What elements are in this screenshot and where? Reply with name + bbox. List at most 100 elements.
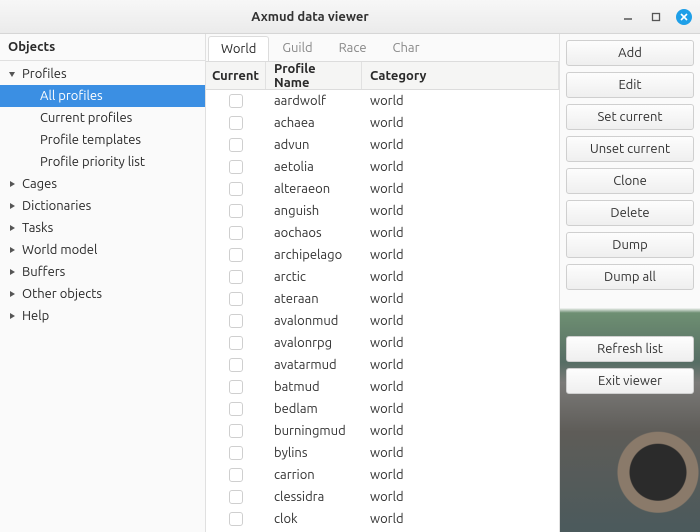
checkbox[interactable] (229, 446, 243, 460)
tree-item[interactable]: Help (0, 305, 205, 327)
table-row[interactable]: advunworld (206, 134, 559, 156)
dump-all-button[interactable]: Dump all (566, 264, 694, 290)
column-header-name[interactable]: Profile Name (266, 62, 362, 89)
checkbox[interactable] (229, 270, 243, 284)
cell-profile-name: bedlam (266, 402, 362, 416)
table-row[interactable]: aardwolfworld (206, 90, 559, 112)
table-row[interactable]: arcticworld (206, 266, 559, 288)
checkbox[interactable] (229, 380, 243, 394)
tree-subitem[interactable]: Current profiles (0, 107, 205, 129)
tab-char[interactable]: Char (380, 35, 433, 60)
table-row[interactable]: alteraeonworld (206, 178, 559, 200)
chevron-right-icon[interactable] (6, 310, 18, 322)
refresh-list-button[interactable]: Refresh list (566, 336, 694, 362)
cell-profile-name: avalonrpg (266, 336, 362, 350)
tree-item[interactable]: Buffers (0, 261, 205, 283)
checkbox[interactable] (229, 402, 243, 416)
checkbox[interactable] (229, 314, 243, 328)
chevron-right-icon[interactable] (6, 200, 18, 212)
chevron-right-icon[interactable] (6, 288, 18, 300)
checkbox[interactable] (229, 490, 243, 504)
table-row[interactable]: anguishworld (206, 200, 559, 222)
window-title: Axmud data viewer (8, 10, 612, 24)
checkbox[interactable] (229, 204, 243, 218)
tree-item[interactable]: World model (0, 239, 205, 261)
titlebar: Axmud data viewer (0, 0, 700, 34)
table-row[interactable]: ateraanworld (206, 288, 559, 310)
tree-item[interactable]: Other objects (0, 283, 205, 305)
add-button[interactable]: Add (566, 40, 694, 66)
chevron-right-icon[interactable] (6, 244, 18, 256)
table-row[interactable]: archipelagoworld (206, 244, 559, 266)
checkbox[interactable] (229, 94, 243, 108)
tree-item-label: Buffers (22, 265, 65, 279)
dump-button[interactable]: Dump (566, 232, 694, 258)
checkbox[interactable] (229, 182, 243, 196)
tree-item[interactable]: Tasks (0, 217, 205, 239)
table-row[interactable]: achaeaworld (206, 112, 559, 134)
tree-item[interactable]: Dictionaries (0, 195, 205, 217)
table-row[interactable]: aochaosworld (206, 222, 559, 244)
table-row[interactable]: aetoliaworld (206, 156, 559, 178)
table-row[interactable]: avalonrpgworld (206, 332, 559, 354)
table-row[interactable]: clessidraworld (206, 486, 559, 508)
checkbox[interactable] (229, 160, 243, 174)
cell-profile-name: carrion (266, 468, 362, 482)
checkbox[interactable] (229, 358, 243, 372)
checkbox[interactable] (229, 292, 243, 306)
chevron-right-icon[interactable] (6, 178, 18, 190)
table-row[interactable]: batmudworld (206, 376, 559, 398)
minimize-button[interactable] (620, 9, 636, 25)
cell-current (206, 314, 266, 328)
checkbox[interactable] (229, 468, 243, 482)
exit-viewer-button[interactable]: Exit viewer (566, 368, 694, 394)
tree-subitem[interactable]: All profiles (0, 85, 205, 107)
minimize-icon (623, 12, 633, 22)
cell-current (206, 160, 266, 174)
tree-subitem[interactable]: Profile priority list (0, 151, 205, 173)
checkbox[interactable] (229, 512, 243, 526)
tab-race[interactable]: Race (326, 35, 380, 60)
delete-button[interactable]: Delete (566, 200, 694, 226)
tab-world[interactable]: World (208, 36, 269, 61)
table-row[interactable]: avalonmudworld (206, 310, 559, 332)
tab-guild[interactable]: Guild (269, 35, 325, 60)
edit-button[interactable]: Edit (566, 72, 694, 98)
column-header-category[interactable]: Category (362, 62, 559, 89)
set-current-button[interactable]: Set current (566, 104, 694, 130)
tree-item-label: World model (22, 243, 97, 257)
checkbox[interactable] (229, 248, 243, 262)
tree-item-label: Tasks (22, 221, 53, 235)
table-row[interactable]: burningmudworld (206, 420, 559, 442)
tree-subitem[interactable]: Profile templates (0, 129, 205, 151)
chevron-right-icon[interactable] (6, 266, 18, 278)
checkbox[interactable] (229, 226, 243, 240)
cell-current (206, 424, 266, 438)
table-row[interactable]: bedlamworld (206, 398, 559, 420)
cell-category: world (362, 270, 559, 284)
tree-item[interactable]: Profiles (0, 63, 205, 85)
cell-profile-name: clok (266, 512, 362, 526)
cell-current (206, 402, 266, 416)
table-row[interactable]: bylinsworld (206, 442, 559, 464)
column-header-current[interactable]: Current (206, 62, 266, 89)
cell-profile-name: burningmud (266, 424, 362, 438)
checkbox[interactable] (229, 424, 243, 438)
cell-current (206, 490, 266, 504)
table-row[interactable]: avatarmudworld (206, 354, 559, 376)
maximize-button[interactable] (648, 9, 664, 25)
table-row[interactable]: carrionworld (206, 464, 559, 486)
checkbox[interactable] (229, 138, 243, 152)
sidebar-header: Objects (0, 34, 205, 61)
chevron-right-icon[interactable] (6, 222, 18, 234)
clone-button[interactable]: Clone (566, 168, 694, 194)
checkbox[interactable] (229, 116, 243, 130)
unset-current-button[interactable]: Unset current (566, 136, 694, 162)
action-gap (566, 296, 694, 330)
chevron-down-icon[interactable] (6, 68, 18, 80)
table-row[interactable]: clokworld (206, 508, 559, 530)
checkbox[interactable] (229, 336, 243, 350)
tree-item[interactable]: Cages (0, 173, 205, 195)
close-button[interactable] (676, 9, 692, 25)
table-body[interactable]: aardwolfworldachaeaworldadvunworldaetoli… (206, 90, 559, 532)
